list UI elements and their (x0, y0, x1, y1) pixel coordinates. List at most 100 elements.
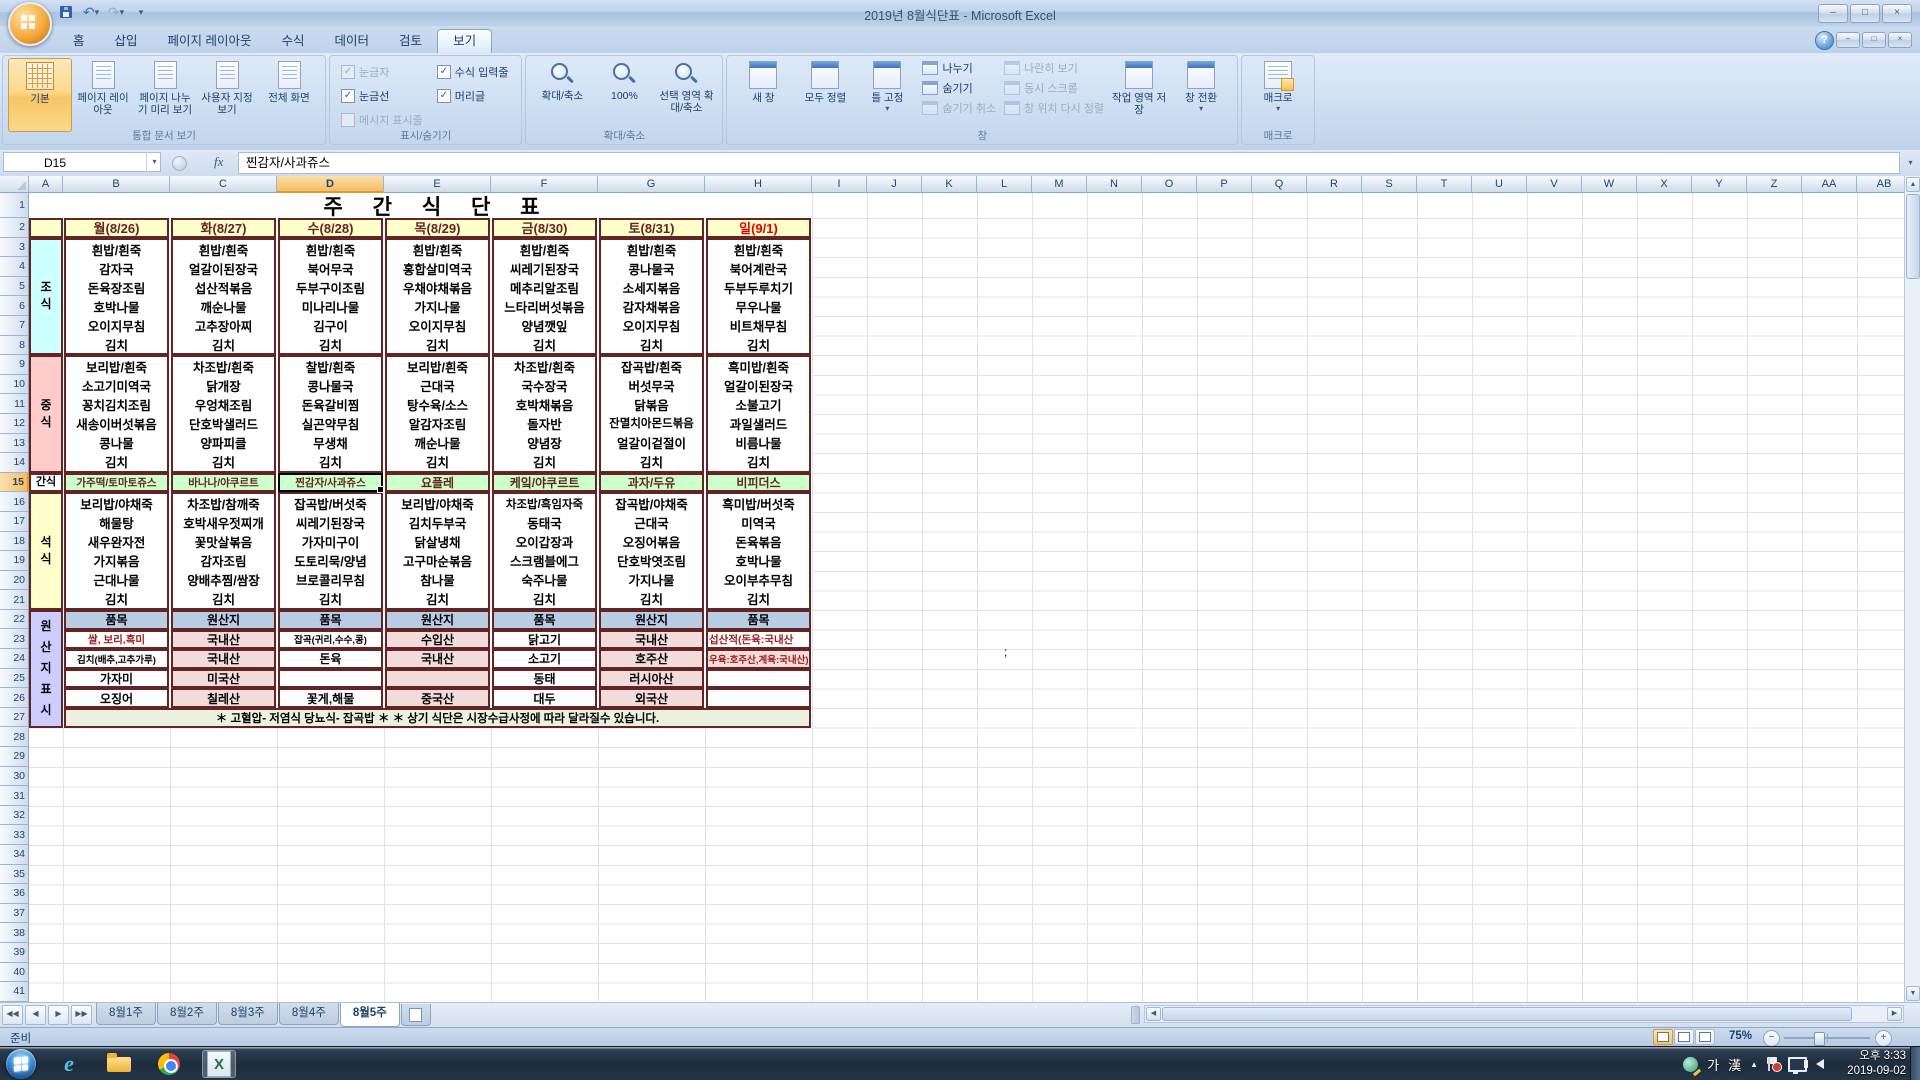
scroll-left-icon[interactable]: ◀ (1146, 1007, 1161, 1021)
menu-item-cell[interactable]: 김치 (708, 589, 809, 608)
snack-cell-0[interactable]: 가주떡/토마토쥬스 (64, 472, 169, 493)
menu-item-cell[interactable]: 돈육갈비찜 (280, 395, 381, 414)
menu-item-cell[interactable]: 두부두루치기 (708, 278, 809, 297)
origin-cell-r1c1[interactable]: 국내산 (171, 629, 276, 650)
menu-item-cell[interactable]: 김치 (173, 335, 274, 354)
column-header-H[interactable]: H (705, 176, 812, 193)
origin-cell-r0c6[interactable]: 품목 (706, 610, 811, 630)
row-header-27[interactable]: 27 (0, 707, 29, 728)
page-layout-view-button[interactable] (1674, 1029, 1694, 1045)
snack-cell-5[interactable]: 과자/두유 (599, 472, 704, 493)
column-header-D[interactable]: D (277, 176, 384, 193)
menu-item-cell[interactable]: 김치 (280, 452, 381, 471)
menu-item-cell[interactable]: 잡곡밥/야채죽 (601, 494, 702, 513)
row-header-35[interactable]: 35 (0, 864, 29, 885)
zoom-in-button[interactable]: + (1875, 1030, 1892, 1047)
menu-item-cell[interactable]: 감자국 (66, 259, 167, 278)
formula-bar-expand-icon[interactable]: ▾ (1903, 154, 1918, 171)
menu-item-cell[interactable]: 보리밥/흰죽 (387, 357, 488, 376)
internet-explorer-icon[interactable]: e (52, 1050, 86, 1078)
column-header-X[interactable]: X (1637, 176, 1692, 193)
menu-item-cell[interactable]: 북어계란국 (708, 259, 809, 278)
section-label-1[interactable]: 중 식 (29, 355, 63, 473)
origin-cell-r3c0[interactable]: 가자미 (64, 668, 169, 689)
menu-item-cell[interactable]: 잡곡밥/버섯죽 (280, 494, 381, 513)
menu-item-cell[interactable]: 김치 (387, 589, 488, 608)
menu-item-cell[interactable]: 돈육볶음 (708, 532, 809, 551)
origin-cell-r3c4[interactable]: 동태 (492, 668, 597, 689)
column-header-G[interactable]: G (598, 176, 705, 193)
zoom-out-button[interactable]: − (1763, 1030, 1780, 1047)
chrome-icon[interactable] (152, 1050, 186, 1078)
redo-button[interactable]: ↷ ▾ (106, 3, 126, 21)
last-sheet-icon[interactable]: ▶▶ (71, 1005, 92, 1025)
row-header-1[interactable]: 1 (0, 193, 29, 218)
origin-cell-r3c2[interactable] (278, 668, 383, 689)
menu-item-cell[interactable]: 호박나물 (66, 297, 167, 316)
page-break-view-button[interactable] (1695, 1029, 1715, 1045)
page-break-preview-button[interactable]: 페이지 나누기 미리 보기 (134, 58, 196, 130)
section-label-0[interactable]: 조 식 (29, 237, 63, 356)
menu-item-cell[interactable]: 보리밥/야채죽 (387, 494, 488, 513)
tab-split-handle[interactable] (1131, 1006, 1140, 1024)
zoom-100-button[interactable]: 100% (593, 58, 655, 130)
menu-item-cell[interactable]: 감자채볶음 (601, 297, 702, 316)
menu-item-cell[interactable]: 동태국 (494, 513, 595, 532)
day-header-3[interactable]: 목(8/29) (385, 218, 490, 238)
menu-item-cell[interactable]: 섭산적볶음 (173, 278, 274, 297)
menu-item-cell[interactable]: 꽃맛살볶음 (173, 532, 274, 551)
close-button[interactable]: × (1882, 4, 1912, 23)
menu-item-cell[interactable]: 차조밥/흰죽 (173, 357, 274, 376)
menu-item-cell[interactable]: 콩나물국 (280, 376, 381, 395)
menu-item-cell[interactable]: 차조밥/흑임자죽 (494, 494, 595, 513)
menu-item-cell[interactable]: 흰밥/흰죽 (280, 240, 381, 259)
switch-windows-button[interactable]: 창 전환 ▾ (1170, 58, 1232, 130)
menu-item-cell[interactable]: 김치 (708, 452, 809, 471)
origin-label[interactable]: 원 산 지 표 시 (29, 610, 63, 728)
name-box[interactable]: D15 (3, 152, 161, 172)
row-header-10[interactable]: 10 (0, 374, 29, 395)
menu-item-cell[interactable]: 김치 (708, 335, 809, 354)
sheet-area[interactable]: 조 식중 식 간식 석 식원 산 지 표 시 주 간 식 단 표 월(8/26) 화(8… (29, 193, 1904, 1002)
menu-item-cell[interactable]: 두부구이조림 (280, 278, 381, 297)
column-header-Z[interactable]: Z (1747, 176, 1802, 193)
origin-cell-r1c2[interactable]: 잡곡(귀리,수수,콩) (278, 629, 383, 650)
menu-item-cell[interactable]: 가자미구이 (280, 532, 381, 551)
menu-item-cell[interactable]: 단호박엿조림 (601, 551, 702, 570)
insert-function-icon[interactable] (172, 156, 187, 171)
office-button[interactable] (8, 2, 52, 46)
menu-item-cell[interactable]: 양념장 (494, 433, 595, 452)
taskbar-clock[interactable]: 오후 3:33 2019-09-02 (1847, 1049, 1906, 1079)
ribbon-tab-1[interactable]: 삽입 (100, 29, 153, 53)
origin-cell-r3c5[interactable]: 러시아산 (599, 668, 704, 689)
ime-korean-label[interactable]: 가 (1707, 1055, 1719, 1074)
action-center-flag-icon[interactable] (1767, 1057, 1782, 1072)
row-header-40[interactable]: 40 (0, 962, 29, 983)
full-screen-button[interactable]: 전체 화면 (258, 58, 320, 130)
note-cell[interactable]: ＊ 고혈압- 저염식 당뇨식- 잡곡밥 ＊ ＊ 상기 식단은 시장수급사정에 따… (64, 708, 811, 728)
menu-item-cell[interactable]: 김치 (601, 589, 702, 608)
row-header-28[interactable]: 28 (0, 727, 29, 748)
origin-cell-r1c5[interactable]: 국내산 (599, 629, 704, 650)
row-header-25[interactable]: 25 (0, 668, 29, 689)
row-header-17[interactable]: 17 (0, 511, 29, 532)
origin-cell-r4c5[interactable]: 외국산 (599, 688, 704, 708)
scroll-down-icon[interactable]: ▼ (1906, 986, 1920, 1001)
column-header-N[interactable]: N (1087, 176, 1142, 193)
sheet-tab-8월4주[interactable]: 8월4주 (278, 1002, 339, 1025)
workbook-close-button[interactable]: × (1888, 32, 1912, 48)
origin-cell-r3c6[interactable] (706, 668, 811, 689)
menu-item-cell[interactable]: 소고기미역국 (66, 376, 167, 395)
row-header-7[interactable]: 7 (0, 315, 29, 336)
origin-cell-r2c4[interactable]: 소고기 (492, 649, 597, 669)
menu-item-cell[interactable]: 스크램블에그 (494, 551, 595, 570)
column-header-E[interactable]: E (384, 176, 491, 193)
menu-item-cell[interactable]: 잡곡밥/흰죽 (601, 357, 702, 376)
workbook-restore-button[interactable]: □ (1862, 32, 1886, 48)
ribbon-tab-4[interactable]: 데이터 (320, 29, 385, 53)
page-layout-button[interactable]: 페이지 레이아웃 (72, 58, 134, 130)
origin-cell-r0c3[interactable]: 원산지 (385, 610, 490, 630)
column-header-T[interactable]: T (1417, 176, 1472, 193)
menu-item-cell[interactable]: 김치 (494, 452, 595, 471)
column-header-V[interactable]: V (1527, 176, 1582, 193)
